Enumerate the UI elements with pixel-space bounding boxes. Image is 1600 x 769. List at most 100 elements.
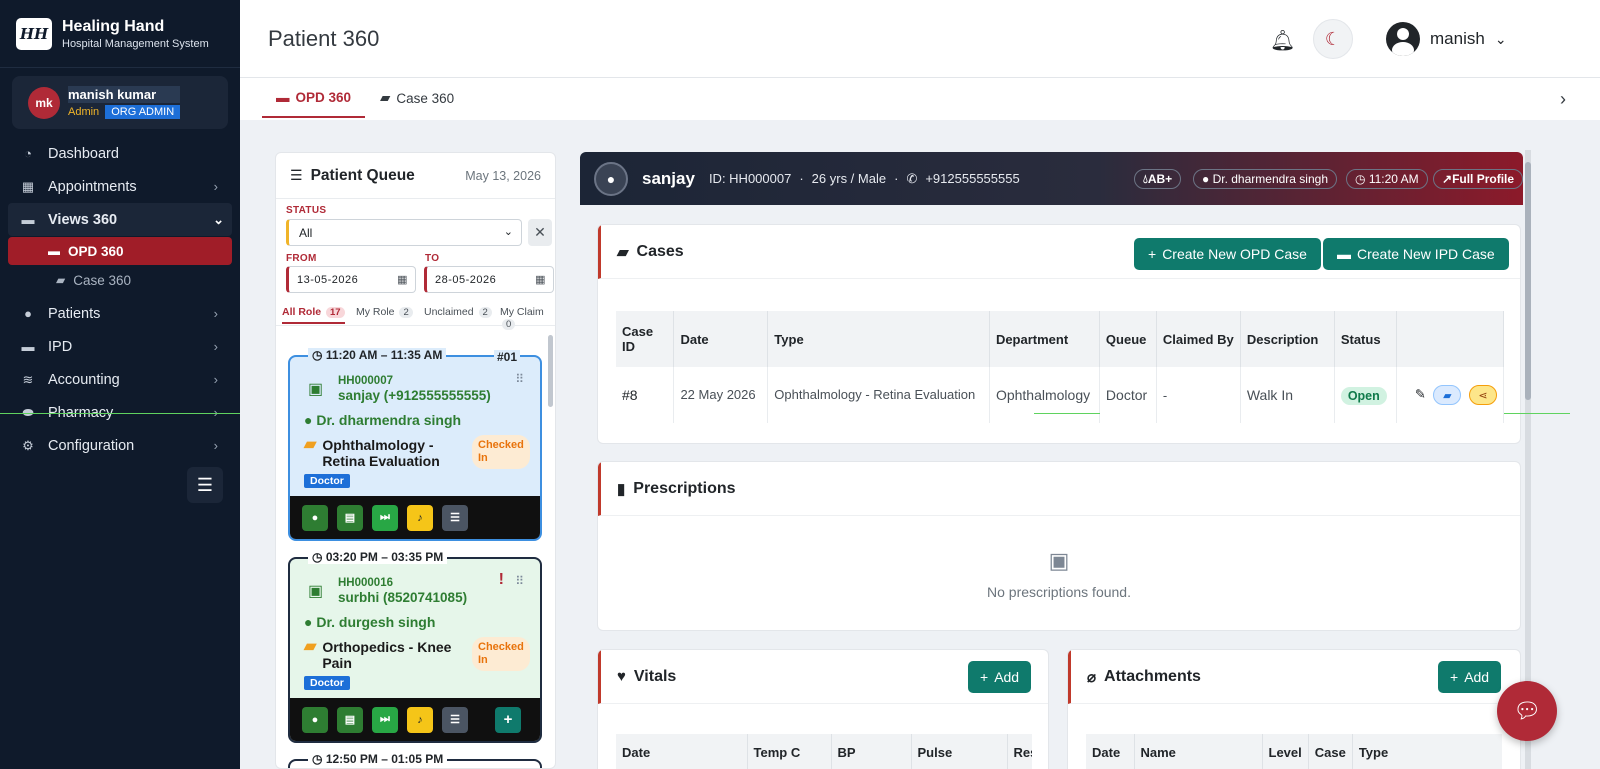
next-button[interactable]: ⏭ [372, 706, 398, 733]
sidebar-subitem-opd-360[interactable]: ▬ OPD 360 [8, 237, 232, 265]
col-description: Description [1240, 311, 1335, 367]
bell-icon[interactable]: 🔔︎ [1270, 28, 1295, 53]
status-select[interactable]: All ⌄ [286, 219, 522, 246]
menu-button[interactable]: ☰ [442, 504, 468, 531]
sidebar-subitem-label: Case 360 [73, 272, 132, 288]
user-card[interactable]: mk manish kumar Admin ORG ADMIN [12, 76, 228, 129]
bed-icon: ▬ [48, 244, 60, 258]
drag-handle-icon[interactable]: ⠿ [515, 372, 524, 386]
col-case: Case [1308, 734, 1353, 769]
patient-profile-button[interactable]: ● [302, 706, 328, 733]
queue-tab-my-role[interactable]: My Role 2 [356, 306, 413, 318]
queue-card[interactable]: ◷ 11:20 AM – 11:35 AM #01 ⠿ ▣ HH000007 s… [288, 348, 542, 541]
sidebar-item-label: Patients [48, 305, 101, 322]
chat-button[interactable]: 💬︎ [1497, 681, 1557, 741]
prescription-button[interactable]: ▤ [337, 504, 363, 531]
user-menu[interactable]: manish ⌄ [1386, 22, 1507, 56]
sidebar-item-appointments[interactable]: ▦ Appointments › [0, 170, 240, 203]
sidebar-item-accounting[interactable]: ≋ Accounting › [0, 363, 240, 396]
org-badge: ORG ADMIN [105, 105, 181, 119]
next-button[interactable]: ⏭ [372, 504, 398, 531]
button-label: Add [1464, 669, 1490, 685]
to-date-input[interactable]: 28-05-2026 ▦ [424, 266, 554, 293]
sidebar-collapse-button[interactable]: ☰ [187, 467, 223, 503]
queue-tab-count: 2 [399, 307, 413, 318]
add-button[interactable]: + [495, 706, 521, 733]
col-case-id: Case ID [616, 311, 675, 367]
sidebar-item-views-360[interactable]: ▬ Views 360 ⌄ [8, 203, 232, 236]
col-queue: Queue [1099, 311, 1157, 367]
status-badge: Checked In [472, 435, 530, 469]
tab-case-360[interactable]: ▰ Case 360 [380, 78, 454, 118]
full-profile-link[interactable]: ↗Full Profile [1433, 169, 1524, 189]
cases-table: Case ID Date Type Department Queue Claim… [616, 311, 1504, 423]
folder-icon[interactable]: ▰ [1433, 385, 1462, 405]
notify-button[interactable]: ♪ [407, 504, 433, 531]
sidebar-item-label: Configuration [48, 437, 135, 454]
case-queue: Doctor [1099, 367, 1157, 423]
queue-scrollbar[interactable] [548, 335, 553, 407]
col-date: Date [673, 311, 769, 367]
create-ipd-case-button[interactable]: ▬ Create New IPD Case [1323, 238, 1509, 270]
card-actions: ● ▤ ⏭ ♪ ☰ [290, 496, 540, 539]
queue-tab-label: My Role [356, 306, 395, 318]
user-doctor-icon: ● [24, 306, 32, 321]
sidebar-item-dashboard[interactable]: ◔ Dashboard [0, 137, 240, 170]
queue-tab-my-claim[interactable]: My Claim 0 [500, 306, 555, 330]
col-bp: BP [831, 734, 912, 769]
create-opd-case-button[interactable]: + Create New OPD Case [1134, 238, 1321, 270]
avatar: mk [28, 86, 60, 119]
patient-profile-button[interactable]: ● [302, 504, 328, 531]
queue-tab-label: My Claim [500, 306, 544, 318]
patient-phone: +912555555555 [925, 170, 1020, 186]
share-icon[interactable]: ⋖ [1469, 385, 1497, 405]
user-role: Admin [68, 106, 100, 118]
add-attachment-button[interactable]: + Add [1438, 661, 1502, 693]
time-badge: ◷ 11:20 AM [1346, 169, 1428, 189]
button-label: Create New OPD Case [1162, 246, 1307, 262]
queue-tab-unclaimed[interactable]: Unclaimed 2 [424, 306, 492, 318]
plus-icon: + [1148, 246, 1157, 262]
table-row[interactable]: #8 22 May 2026 Ophthalmology - Retina Ev… [616, 367, 1504, 423]
collapse-icon: ☰ [196, 474, 214, 495]
forward-icon: ⏭ [380, 511, 390, 523]
user-icon: ● [1202, 172, 1210, 186]
sidebar-item-patients[interactable]: ● Patients › [0, 297, 240, 330]
cases-title: Cases [636, 242, 684, 260]
menu-button[interactable]: ☰ [442, 706, 468, 733]
sidebar-item-configuration[interactable]: ⚙ Configuration › [0, 429, 240, 462]
queue-card[interactable]: ◷ 03:20 PM – 03:35 PM ! ⠿ ▣ HH000016 sur… [288, 550, 542, 743]
sidebar-item-ipd[interactable]: ▬ IPD › [0, 330, 240, 363]
col-type: Type [767, 311, 990, 367]
prescription-button[interactable]: ▤ [337, 706, 363, 733]
queue-number: #01 [493, 350, 520, 364]
status-select-value: All [299, 226, 313, 240]
from-date-input[interactable]: 13-05-2026 ▦ [286, 266, 416, 293]
add-vitals-button[interactable]: + Add [968, 661, 1032, 693]
chevron-right-icon: › [213, 339, 218, 354]
chevron-right-icon: › [213, 179, 218, 194]
chevron-down-icon: ⌄ [213, 211, 224, 227]
col-date: Date [616, 734, 748, 769]
brand[interactable]: HH Healing Hand Hospital Management Syst… [0, 0, 240, 68]
queue-tab-all-role[interactable]: All Role 17 [282, 306, 345, 324]
drag-handle-icon[interactable]: ⠿ [515, 574, 524, 588]
brand-logo: HH [16, 17, 52, 50]
notify-button[interactable]: ♪ [407, 706, 433, 733]
chevron-right-icon[interactable]: › [1560, 89, 1566, 110]
vitals-table-wrap: Date Temp C BP Pulse Resp [616, 734, 1032, 769]
case-status: Open [1334, 367, 1397, 423]
sidebar-subitem-case-360[interactable]: ▰ Case 360 [8, 266, 232, 294]
queue-card[interactable]: ◷ 12:50 PM – 01:05 PM [288, 752, 542, 768]
chevron-right-icon: › [213, 306, 218, 321]
page-title: Patient 360 [268, 26, 380, 51]
tab-opd-360[interactable]: ▬ OPD 360 [262, 78, 366, 118]
theme-toggle-button[interactable]: ☾ [1313, 19, 1353, 59]
clear-filter-button[interactable]: ✕ [528, 219, 552, 246]
appointment-time-text: 12:50 PM – 01:05 PM [325, 752, 444, 766]
main-scrollbar[interactable] [1525, 150, 1531, 769]
col-date: Date [1086, 734, 1135, 769]
edit-icon[interactable]: ✎ [1415, 387, 1426, 402]
tab-label: OPD 360 [295, 89, 352, 105]
tab-label: Case 360 [396, 90, 455, 106]
